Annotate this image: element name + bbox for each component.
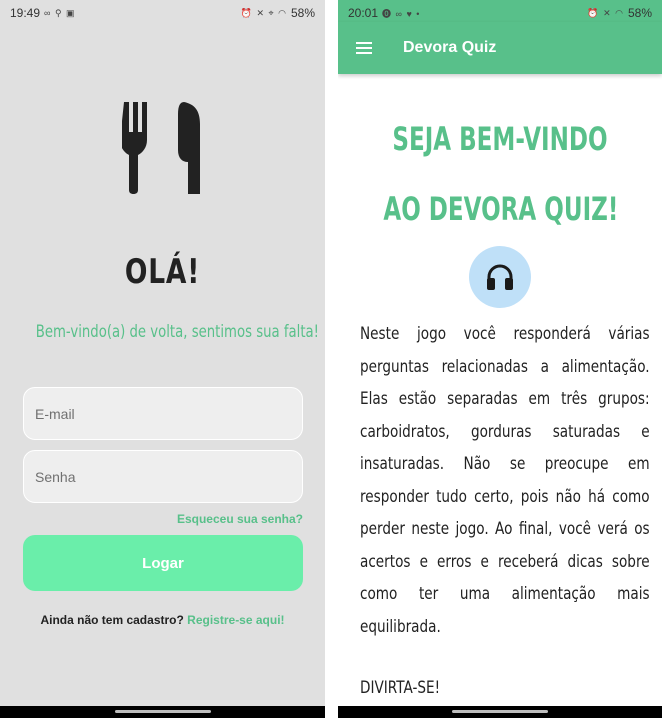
register-prompt-text: Ainda não tem cadastro? — [40, 613, 184, 627]
welcome-headline-line1: SEJA BEM-VINDO — [392, 120, 608, 158]
email-input[interactable] — [24, 388, 302, 439]
app-title: Devora Quiz — [403, 39, 497, 56]
audio-button[interactable] — [469, 246, 531, 308]
forgot-password-link[interactable]: Esqueceu sua senha? — [177, 512, 303, 526]
notification-icons: ∞ ⚲ ▣ — [44, 7, 76, 18]
closing-text: DIVIRTA-SE! — [360, 678, 441, 698]
login-screen: 19:49 ∞ ⚲ ▣ ⏰ ✕ ⌖ ◠ 58% OLÁ! Bem-vindo(a… — [0, 0, 325, 718]
system-nav-bar — [338, 706, 662, 718]
login-button[interactable]: Logar — [23, 535, 303, 591]
status-time: 20:01 — [348, 6, 379, 20]
battery-level: 58% — [290, 6, 315, 20]
greeting-heading: OLÁ! — [124, 252, 201, 292]
battery-level: 58% — [627, 6, 652, 20]
fork-knife-icon — [122, 102, 200, 194]
quiz-intro-screen: 20:01 ⓿ ∞ ♥ • ⏰ ✕ ◠ 58% Devora Quiz SEJA… — [338, 0, 662, 718]
register-link[interactable]: Registre-se aqui! — [187, 613, 284, 627]
welcome-subtitle: Bem-vindo(a) de volta, sentimos sua falt… — [35, 322, 319, 342]
home-gesture-bar[interactable] — [452, 710, 548, 713]
email-field[interactable] — [23, 387, 303, 440]
headphones-icon — [487, 264, 513, 290]
system-icons: ⏰ ✕ ⌖ ◠ — [240, 7, 287, 18]
notification-icons: ⓿ ∞ ♥ • — [382, 8, 421, 19]
welcome-headline-line2: AO DEVORA QUIZ! — [383, 190, 619, 228]
password-field[interactable] — [23, 450, 303, 503]
system-icons: ⏰ ✕ ◠ — [587, 7, 624, 18]
home-gesture-bar[interactable] — [114, 710, 211, 713]
system-nav-bar — [0, 706, 325, 718]
password-input[interactable] — [24, 451, 302, 502]
app-bar: Devora Quiz — [338, 22, 662, 74]
register-prompt: Ainda não tem cadastro? Registre-se aqui… — [0, 613, 325, 627]
status-time: 19:49 — [10, 6, 41, 20]
menu-icon[interactable] — [338, 22, 390, 74]
status-bar: 19:49 ∞ ⚲ ▣ ⏰ ✕ ⌖ ◠ 58% — [0, 0, 325, 26]
quiz-intro-text: Neste jogo você responderá várias pergun… — [360, 324, 650, 637]
